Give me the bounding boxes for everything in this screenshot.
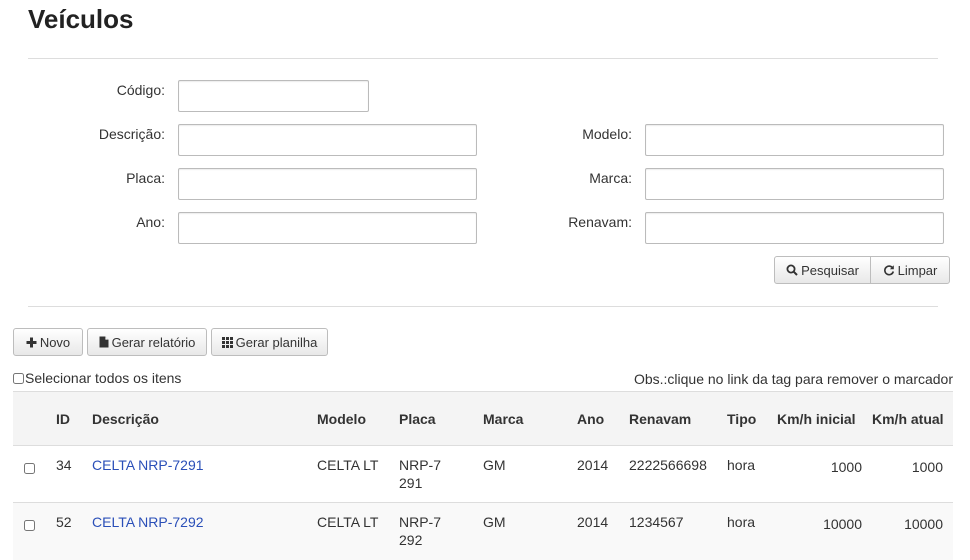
row-placa: NRP-7292 — [399, 514, 442, 548]
generate-spreadsheet-label: Gerar planilha — [235, 334, 318, 350]
row-tipo: hora — [727, 457, 756, 473]
header-select — [13, 391, 56, 446]
modelo-field[interactable] — [645, 124, 944, 156]
marca-field[interactable] — [645, 168, 944, 200]
header-marca[interactable]: Marca — [483, 391, 577, 446]
select-all-label: Selecionar todos os itens — [25, 370, 182, 386]
row-marca: GM — [483, 514, 506, 530]
table-row: 34 CELTA NRP-7291 CELTA LT NRP-7291 GM 2… — [13, 445, 953, 503]
clear-button[interactable]: Limpar — [870, 256, 950, 284]
grid-icon — [221, 336, 233, 348]
header-km-inicial[interactable]: Km/h inicial — [777, 391, 872, 446]
table-header: ID Descrição Modelo Placa Marca Ano Rena… — [13, 391, 953, 446]
plus-icon — [26, 337, 37, 348]
row-descricao-link[interactable]: CELTA NRP-7291 — [92, 457, 204, 473]
new-button-label: Novo — [39, 334, 71, 350]
renavam-label: Renavam: — [568, 214, 632, 230]
clear-button-label: Limpar — [897, 262, 938, 278]
header-tipo[interactable]: Tipo — [727, 391, 777, 446]
row-modelo: CELTA LT — [317, 457, 379, 473]
divider-top — [28, 58, 938, 59]
select-all[interactable]: Selecionar todos os itens — [13, 370, 181, 386]
renavam-field[interactable] — [645, 212, 944, 244]
table-row: 52 CELTA NRP-7292 CELTA LT NRP-7292 GM 2… — [13, 502, 953, 560]
row-id: 52 — [56, 514, 72, 530]
header-km-atual[interactable]: Km/h atual — [872, 391, 953, 446]
placa-field[interactable] — [178, 168, 477, 200]
search-button-label: Pesquisar — [801, 262, 859, 278]
ano-field[interactable] — [178, 212, 477, 244]
search-icon — [786, 264, 798, 276]
row-checkbox[interactable] — [24, 520, 35, 531]
row-tipo: hora — [727, 514, 756, 530]
row-placa: NRP-7291 — [399, 457, 442, 491]
row-ano: 2014 — [577, 514, 609, 530]
ano-label: Ano: — [136, 214, 165, 230]
new-button[interactable]: Novo — [13, 328, 83, 356]
row-descricao-link[interactable]: CELTA NRP-7292 — [92, 514, 204, 530]
row-marca: GM — [483, 457, 506, 473]
header-placa[interactable]: Placa — [399, 391, 483, 446]
page-title: Veículos — [28, 4, 134, 34]
row-ano: 2014 — [577, 457, 609, 473]
marca-label: Marca: — [589, 170, 632, 186]
header-modelo[interactable]: Modelo — [317, 391, 399, 446]
vehicles-table: ID Descrição Modelo Placa Marca Ano Rena… — [13, 391, 953, 560]
descricao-field[interactable] — [178, 124, 477, 156]
generate-report-button[interactable]: Gerar relatório — [87, 328, 207, 356]
row-km-atual: 1000 — [911, 459, 943, 475]
row-modelo: CELTA LT — [317, 514, 379, 530]
row-renavam: 1234567 — [629, 514, 684, 530]
row-renavam: 2222566698 — [629, 457, 707, 473]
row-km-inicial: 10000 — [823, 516, 862, 532]
generate-spreadsheet-button[interactable]: Gerar planilha — [211, 328, 328, 356]
generate-report-label: Gerar relatório — [111, 334, 196, 350]
row-km-atual: 10000 — [904, 516, 943, 532]
modelo-label: Modelo: — [582, 126, 632, 142]
divider-middle — [28, 306, 938, 307]
refresh-icon — [883, 264, 895, 276]
codigo-field[interactable] — [178, 80, 369, 112]
descricao-label: Descrição: — [98, 126, 165, 142]
header-id[interactable]: ID — [56, 391, 92, 446]
row-id: 34 — [56, 457, 72, 473]
codigo-label: Código: — [116, 82, 165, 98]
row-km-inicial: 1000 — [830, 459, 862, 475]
placa-label: Placa: — [126, 170, 165, 186]
file-icon — [99, 336, 109, 348]
tag-note: Obs.:clique no link da tag para remover … — [633, 371, 953, 387]
row-checkbox[interactable] — [24, 463, 35, 474]
header-descricao[interactable]: Descrição — [92, 391, 317, 446]
search-button[interactable]: Pesquisar — [774, 256, 871, 284]
select-all-checkbox[interactable] — [13, 372, 24, 384]
header-ano[interactable]: Ano — [577, 391, 629, 446]
header-renavam[interactable]: Renavam — [629, 391, 727, 446]
